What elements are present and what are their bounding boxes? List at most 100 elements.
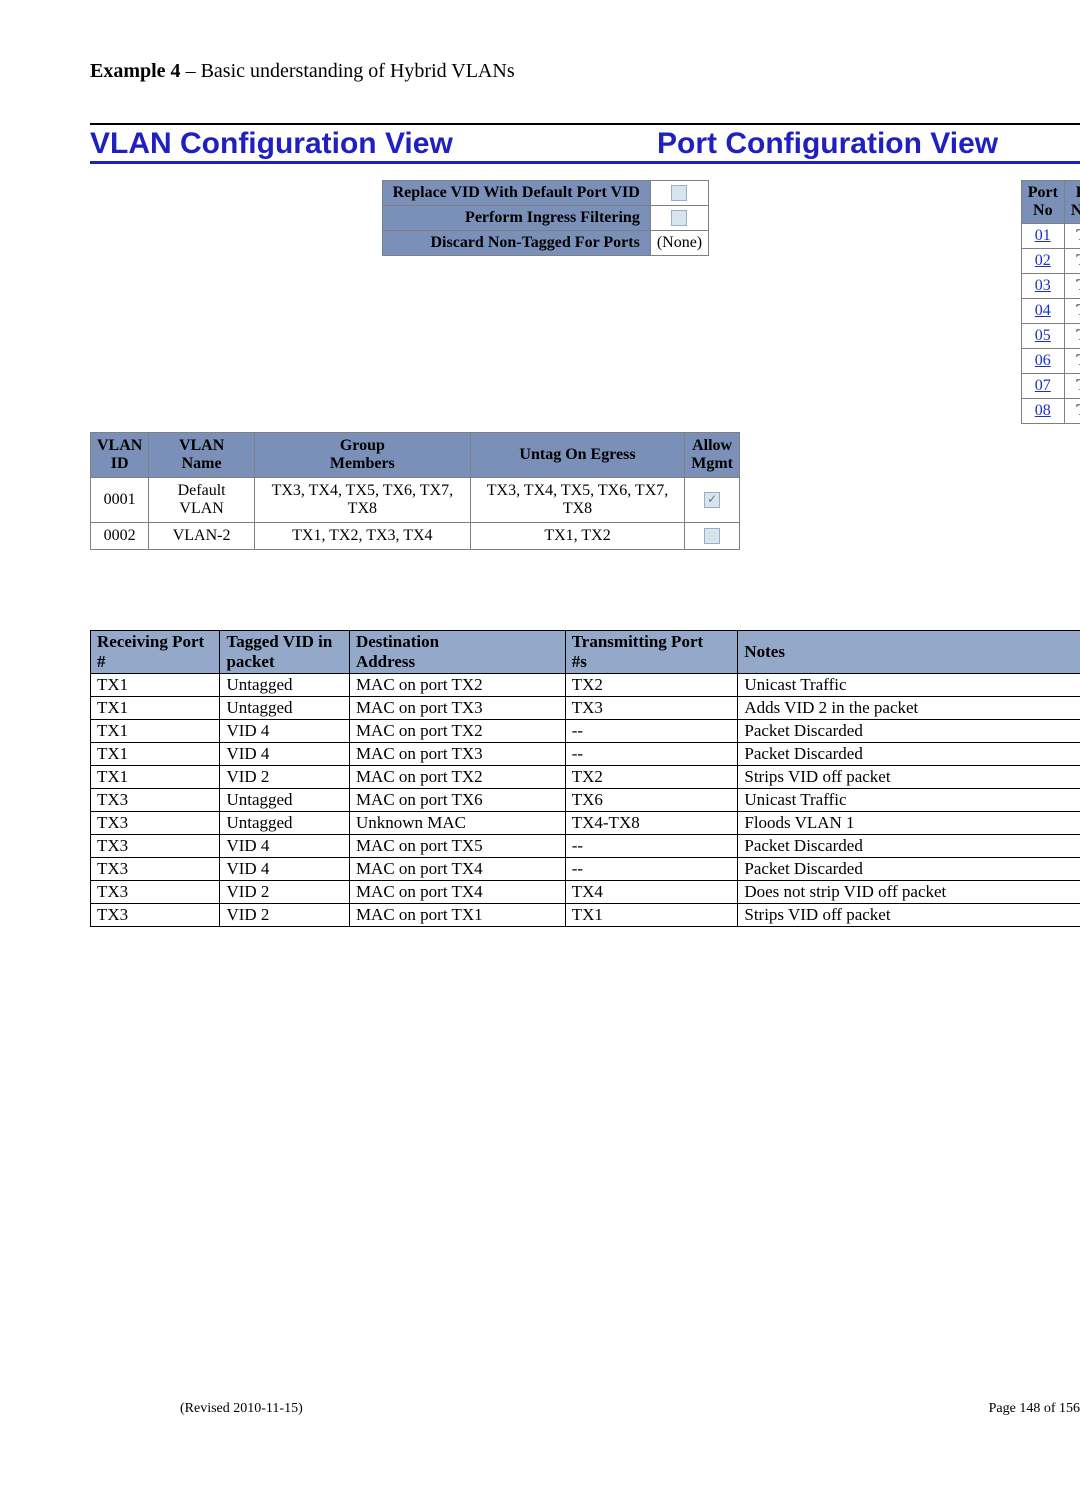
traffic-cell-rx: TX3 bbox=[91, 881, 220, 904]
traffic-cell-rx: TX3 bbox=[91, 904, 220, 927]
settings-value[interactable] bbox=[650, 181, 708, 206]
vlan-mgmt-cell[interactable] bbox=[685, 523, 740, 550]
port-name-cell: TX2 bbox=[1064, 249, 1080, 274]
vlan-table-header: Untag On Egress bbox=[470, 433, 684, 478]
vlan-table-header: AllowMgmt bbox=[685, 433, 740, 478]
port-no-cell[interactable]: 02 bbox=[1021, 249, 1064, 274]
traffic-cell-vid: VID 4 bbox=[220, 835, 349, 858]
port-name-cell: TX8 bbox=[1064, 399, 1080, 424]
traffic-cell-notes: Packet Discarded bbox=[738, 743, 1080, 766]
traffic-cell-vid: VID 4 bbox=[220, 720, 349, 743]
port-no-cell[interactable]: 06 bbox=[1021, 349, 1064, 374]
checkbox-icon[interactable] bbox=[704, 492, 720, 508]
section-headers: VLAN Configuration View Port Configurati… bbox=[90, 123, 1080, 164]
example-title-rest: – Basic understanding of Hybrid VLANs bbox=[181, 60, 515, 82]
traffic-cell-vid: Untagged bbox=[220, 674, 349, 697]
traffic-cell-dest: MAC on port TX3 bbox=[349, 743, 565, 766]
settings-label: Discard Non-Tagged For Ports bbox=[382, 231, 650, 256]
traffic-table-header: Notes bbox=[738, 631, 1080, 674]
traffic-cell-dest: MAC on port TX4 bbox=[349, 881, 565, 904]
traffic-cell-rx: TX1 bbox=[91, 697, 220, 720]
vlan-id-cell: 0002 bbox=[91, 523, 149, 550]
port-link[interactable]: 03 bbox=[1035, 277, 1051, 294]
traffic-cell-vid: Untagged bbox=[220, 812, 349, 835]
port-no-cell[interactable]: 05 bbox=[1021, 324, 1064, 349]
traffic-cell-dest: MAC on port TX1 bbox=[349, 904, 565, 927]
port-config-heading: Port Configuration View bbox=[657, 125, 1080, 161]
vlan-name-cell: VLAN-2 bbox=[149, 523, 255, 550]
traffic-cell-vid: VID 4 bbox=[220, 858, 349, 881]
table-row: TX3UntaggedMAC on port TX6TX6Unicast Tra… bbox=[91, 789, 1080, 812]
table-row: TX3VID 2MAC on port TX1TX1Strips VID off… bbox=[91, 904, 1080, 927]
table-row: TX1VID 2MAC on port TX2TX2Strips VID off… bbox=[91, 766, 1080, 789]
traffic-cell-rx: TX3 bbox=[91, 835, 220, 858]
table-row: TX3VID 2MAC on port TX4TX4Does not strip… bbox=[91, 881, 1080, 904]
port-table-header: PortName bbox=[1064, 181, 1080, 224]
table-row: TX3UntaggedUnknown MACTX4-TX8Floods VLAN… bbox=[91, 812, 1080, 835]
settings-value[interactable] bbox=[650, 206, 708, 231]
port-link[interactable]: 06 bbox=[1035, 352, 1051, 369]
port-link[interactable]: 04 bbox=[1035, 302, 1051, 319]
traffic-cell-rx: TX3 bbox=[91, 789, 220, 812]
port-link[interactable]: 07 bbox=[1035, 377, 1051, 394]
traffic-cell-dest: MAC on port TX6 bbox=[349, 789, 565, 812]
traffic-cell-tx: TX4-TX8 bbox=[565, 812, 738, 835]
traffic-cell-vid: Untagged bbox=[220, 789, 349, 812]
vlan-table-header: GroupMembers bbox=[254, 433, 470, 478]
port-link[interactable]: 05 bbox=[1035, 327, 1051, 344]
port-no-cell[interactable]: 01 bbox=[1021, 224, 1064, 249]
port-no-cell[interactable]: 03 bbox=[1021, 274, 1064, 299]
table-row: TX1UntaggedMAC on port TX3TX3Adds VID 2 … bbox=[91, 697, 1080, 720]
traffic-cell-dest: MAC on port TX2 bbox=[349, 720, 565, 743]
traffic-cell-notes: Packet Discarded bbox=[738, 835, 1080, 858]
traffic-cell-notes: Floods VLAN 1 bbox=[738, 812, 1080, 835]
traffic-cell-notes: Unicast Traffic bbox=[738, 789, 1080, 812]
vlan-untag-cell: TX3, TX4, TX5, TX6, TX7, TX8 bbox=[470, 478, 684, 523]
table-row: TX3VID 4MAC on port TX5--Packet Discarde… bbox=[91, 835, 1080, 858]
vlan-mgmt-cell[interactable] bbox=[685, 478, 740, 523]
checkbox-icon[interactable] bbox=[671, 185, 687, 201]
traffic-cell-tx: TX3 bbox=[565, 697, 738, 720]
traffic-cell-notes: Packet Discarded bbox=[738, 858, 1080, 881]
traffic-cell-rx: TX3 bbox=[91, 812, 220, 835]
checkbox-icon[interactable] bbox=[704, 528, 720, 544]
port-table-header: PortNo bbox=[1021, 181, 1064, 224]
traffic-cell-tx: -- bbox=[565, 743, 738, 766]
port-no-cell[interactable]: 04 bbox=[1021, 299, 1064, 324]
vlan-config-heading: VLAN Configuration View bbox=[90, 125, 657, 161]
traffic-cell-notes: Adds VID 2 in the packet bbox=[738, 697, 1080, 720]
vlan-settings-table: Replace VID With Default Port VIDPerform… bbox=[382, 180, 710, 256]
vlan-members-cell: TX3, TX4, TX5, TX6, TX7, TX8 bbox=[254, 478, 470, 523]
table-row: TX1UntaggedMAC on port TX2TX2Unicast Tra… bbox=[91, 674, 1080, 697]
checkbox-icon[interactable] bbox=[671, 210, 687, 226]
table-row: TX1VID 4MAC on port TX3--Packet Discarde… bbox=[91, 743, 1080, 766]
port-link[interactable]: 01 bbox=[1035, 227, 1051, 244]
port-link[interactable]: 02 bbox=[1035, 252, 1051, 269]
traffic-cell-vid: VID 2 bbox=[220, 904, 349, 927]
port-no-cell[interactable]: 08 bbox=[1021, 399, 1064, 424]
traffic-cell-dest: MAC on port TX5 bbox=[349, 835, 565, 858]
revised-date: (Revised 2010-11-15) bbox=[180, 1401, 303, 1417]
traffic-cell-rx: TX1 bbox=[91, 743, 220, 766]
port-name-cell: TX5 bbox=[1064, 324, 1080, 349]
traffic-cell-tx: TX2 bbox=[565, 766, 738, 789]
port-name-cell: TX7 bbox=[1064, 374, 1080, 399]
traffic-cell-notes: Strips VID off packet bbox=[738, 766, 1080, 789]
traffic-cell-tx: TX1 bbox=[565, 904, 738, 927]
traffic-cell-dest: Unknown MAC bbox=[349, 812, 565, 835]
port-table: PortNoPortNamePVID01TX1202TX2203TX3104TX… bbox=[1021, 180, 1080, 424]
traffic-cell-tx: TX4 bbox=[565, 881, 738, 904]
port-name-cell: TX1 bbox=[1064, 224, 1080, 249]
traffic-table: Receiving Port#Tagged VID inpacketDestin… bbox=[90, 630, 1080, 927]
vlan-untag-cell: TX1, TX2 bbox=[470, 523, 684, 550]
vlan-id-cell: 0001 bbox=[91, 478, 149, 523]
traffic-table-header: Receiving Port# bbox=[91, 631, 220, 674]
port-link[interactable]: 08 bbox=[1035, 402, 1051, 419]
vlan-name-cell: Default VLAN bbox=[149, 478, 255, 523]
vlan-table-header: VLANName bbox=[149, 433, 255, 478]
example-title-bold: Example 4 bbox=[90, 60, 181, 82]
port-name-cell: TX3 bbox=[1064, 274, 1080, 299]
port-name-cell: TX6 bbox=[1064, 349, 1080, 374]
table-row: TX1VID 4MAC on port TX2--Packet Discarde… bbox=[91, 720, 1080, 743]
port-no-cell[interactable]: 07 bbox=[1021, 374, 1064, 399]
